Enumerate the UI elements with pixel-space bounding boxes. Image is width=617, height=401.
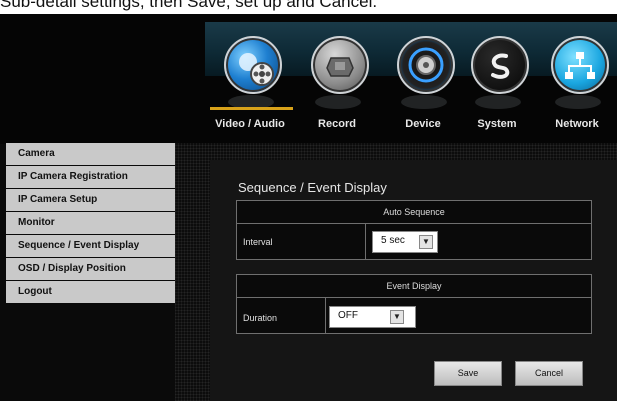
save-button[interactable]: Save (434, 361, 502, 386)
duration-value: OFF (338, 310, 358, 321)
record-icon (311, 36, 369, 94)
interval-value: 5 sec (381, 235, 405, 246)
nav-device-label: Device (405, 118, 441, 130)
system-reflection (475, 95, 521, 109)
nav-video-audio[interactable]: Video / Audio (210, 12, 290, 140)
auto-sequence-header: Auto Sequence (237, 201, 591, 224)
nav-system-label: System (477, 118, 517, 130)
event-display-header: Event Display (237, 275, 591, 298)
page-title: Sequence / Event Display (238, 180, 387, 195)
nav-record-label: Record (318, 118, 356, 130)
chevron-down-icon[interactable]: ▼ (390, 310, 404, 324)
record-reflection (315, 95, 361, 109)
video-audio-icon (224, 36, 282, 94)
nav-device[interactable]: Device (383, 12, 463, 140)
sidebar-item-ip-camera-registration[interactable]: IP Camera Registration (6, 166, 175, 188)
network-reflection (555, 95, 601, 109)
nav-network[interactable]: Network (537, 12, 617, 140)
sidebar-item-monitor[interactable]: Monitor (6, 212, 175, 234)
sidebar-item-ip-camera-setup[interactable]: IP Camera Setup (6, 189, 175, 211)
device-reflection (401, 95, 447, 109)
sidebar-menu: Camera IP Camera Registration IP Camera … (6, 143, 175, 304)
device-icon (397, 36, 455, 94)
chevron-down-icon[interactable]: ▼ (419, 235, 433, 249)
nav-record[interactable]: Record (297, 12, 377, 140)
nav-video-audio-label: Video / Audio (215, 118, 285, 130)
sidebar-item-osd-display-position[interactable]: OSD / Display Position (6, 258, 175, 280)
system-icon (471, 36, 529, 94)
sidebar-item-logout[interactable]: Logout (6, 281, 175, 303)
duration-label: Duration (243, 313, 278, 323)
cancel-button[interactable]: Cancel (515, 361, 583, 386)
nav-network-label: Network (555, 118, 599, 130)
sidebar-item-sequence-event-display[interactable]: Sequence / Event Display (6, 235, 175, 257)
sidebar-item-camera[interactable]: Camera (6, 143, 175, 165)
interval-select[interactable]: 5 sec ▼ (372, 231, 438, 253)
event-display-table: Event Display Duration OFF ▼ (236, 274, 592, 334)
auto-sequence-table: Auto Sequence Interval 5 sec ▼ (236, 200, 592, 260)
event-display-divider (325, 298, 326, 333)
nav-system[interactable]: System (457, 12, 537, 140)
top-caption-text: Sub-detail settings, then Save, set up a… (0, 0, 378, 11)
duration-select[interactable]: OFF ▼ (329, 306, 416, 328)
interval-label: Interval (243, 237, 273, 247)
network-icon (551, 36, 609, 94)
active-tab-indicator (210, 107, 293, 110)
auto-sequence-divider (365, 224, 366, 259)
